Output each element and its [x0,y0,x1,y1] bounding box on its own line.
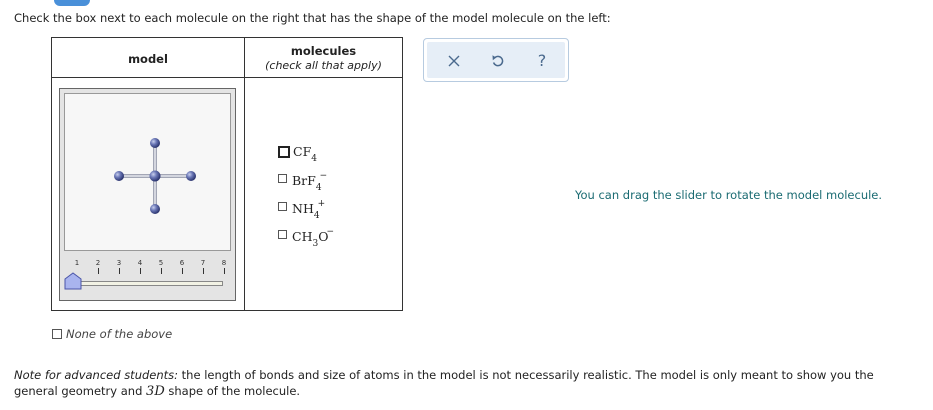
atom-left [114,171,124,181]
none-label: None of the above [66,327,173,341]
choice-cf4[interactable]: CF4 [278,144,317,164]
choice-formula: CF4 [293,144,317,164]
note-body-end: shape of the molecule. [168,384,301,398]
slider-tick: 3 [114,259,124,274]
undo-icon [492,55,504,67]
molecule-model[interactable] [65,94,230,250]
slider-tick: 8 [219,259,229,274]
choice-brf4[interactable]: BrF4− [278,171,327,193]
molecules-header-title: molecules [290,44,357,58]
slider-tick: 2 [93,259,103,274]
slider-tick: 6 [177,259,187,274]
toolbar-background: ? [427,42,565,78]
slider-tick: 1 [74,259,80,267]
model-header: model [128,52,168,66]
rotation-slider[interactable]: 1 2 3 4 5 6 7 8 [63,257,233,297]
choice-formula: CH3O− [292,227,334,249]
answer-toolbar: ? [423,38,569,82]
model-panel: 1 2 3 4 5 6 7 8 [59,88,236,301]
choice-formula: BrF4− [292,171,328,193]
slider-thumb[interactable] [64,272,82,290]
undo-button[interactable] [488,51,508,71]
molecules-header-subtitle: (check all that apply) [265,59,382,72]
table-divider-horizontal [52,77,402,78]
atom-center [149,170,161,182]
advanced-note: Note for advanced students: the length o… [14,367,919,400]
none-of-the-above-option[interactable]: None of the above [52,327,172,341]
choice-formula: NH4+ [292,199,326,221]
slider-tick: 7 [198,259,208,274]
instruction-text: Check the box next to each molecule on t… [14,11,611,25]
x-icon [448,55,460,67]
choice-checkbox[interactable] [278,230,287,239]
none-checkbox[interactable] [52,329,62,339]
slider-tick: 4 [135,259,145,274]
question-table: model molecules (check all that apply) 1… [51,37,403,311]
choice-checkbox[interactable] [278,174,287,183]
clear-button[interactable] [444,51,464,71]
molecule-model-view[interactable] [64,93,231,251]
choice-checkbox[interactable] [278,202,287,211]
top-tab-indicator [54,0,90,6]
slider-track[interactable] [77,281,223,286]
table-divider-vertical [244,38,245,310]
note-prefix: Note for advanced students: [14,368,179,382]
choice-checkbox[interactable] [278,146,290,158]
choice-ch3o[interactable]: CH3O− [278,227,334,249]
slider-hint: You can drag the slider to rotate the mo… [575,188,883,202]
slider-tick: 5 [156,259,166,274]
atom-bottom [150,204,160,214]
note-math: 3D [146,384,165,399]
atom-top [150,138,160,148]
molecules-header: molecules (check all that apply) [245,44,402,72]
help-button[interactable]: ? [532,51,552,71]
choice-nh4[interactable]: NH4+ [278,199,325,221]
atom-right [186,171,196,181]
